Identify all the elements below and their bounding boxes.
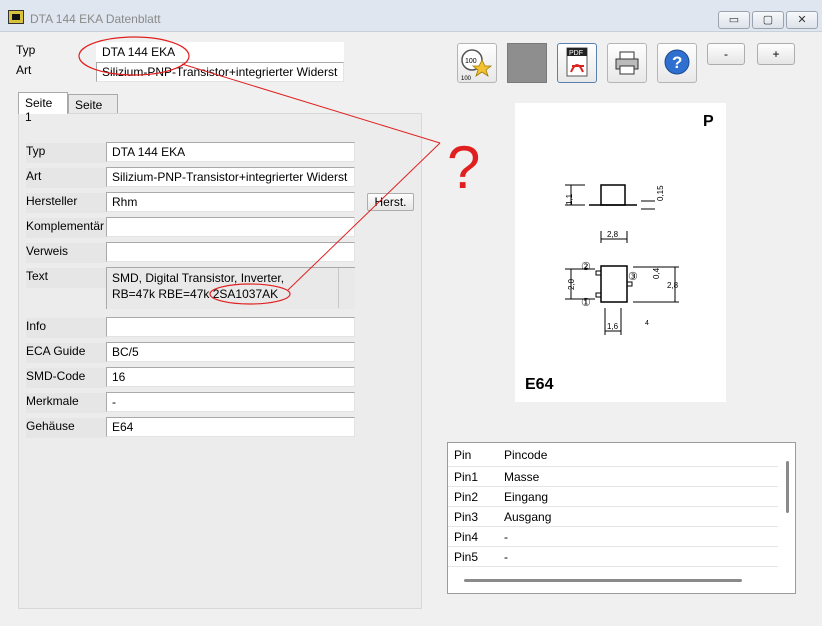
polarity-label: P — [703, 113, 714, 130]
table-row[interactable]: Pin1 Masse — [448, 467, 778, 487]
text-line-2: RB=47k RBE=47k 2SA1037AK — [112, 287, 278, 301]
question-mark: ? — [447, 134, 480, 201]
pin-header: Pin — [454, 448, 472, 462]
svg-text:?: ? — [672, 53, 682, 72]
pin-cell: Pin3 — [454, 510, 479, 524]
color-swatch-button[interactable] — [507, 43, 547, 83]
komplementaer-label: Komplementär — [26, 218, 106, 238]
eca-guide-label: ECA Guide — [26, 343, 106, 363]
dim-height-left: 1,1 — [565, 193, 574, 205]
dim-lead: 0,15 — [656, 185, 665, 201]
verweis-label: Verweis — [26, 243, 106, 263]
table-row[interactable]: Pin5 - — [448, 547, 778, 567]
header-art-label: Art — [16, 63, 32, 77]
minimize-button[interactable]: ▭ — [718, 11, 750, 29]
pdf-button[interactable]: PDF — [557, 43, 597, 83]
pincode-header: Pincode — [504, 448, 548, 462]
close-button[interactable]: ✕ — [786, 11, 818, 29]
merkmale-field[interactable]: - — [106, 392, 355, 412]
dim-top-width: 2,8 — [607, 230, 619, 239]
pincode-cell: Ausgang — [504, 510, 552, 524]
package-diagram: P 1,1 0,15 2,8 ② ① ③ 2,0 2,8 0,4 1,6 4 E… — [515, 103, 726, 402]
svg-text:100: 100 — [465, 58, 477, 65]
help-button[interactable]: ? — [657, 43, 697, 83]
pin-label-2: ② — [581, 261, 591, 273]
hersteller-field[interactable]: Rhm — [106, 192, 355, 212]
header-art-field[interactable]: Silizium-PNP-Transistor+integrierter Wid… — [96, 62, 344, 82]
eca-database-icon: 100 100 — [461, 49, 493, 82]
gehaeuse-label: Gehäuse — [26, 418, 106, 438]
dim-side-right: 2,8 — [667, 281, 679, 290]
pin-cell: Pin5 — [454, 550, 479, 564]
package-drawing: P 1,1 0,15 2,8 ② ① ③ 2,0 2,8 0,4 1,6 4 E… — [525, 113, 714, 393]
text-area[interactable]: SMD, Digital Transistor, Inverter, RB=47… — [106, 267, 355, 309]
pincode-cell: - — [504, 550, 508, 564]
help-icon: ? — [664, 49, 690, 75]
text-label: Text — [26, 268, 106, 288]
pincode-cell: Eingang — [504, 490, 549, 504]
printer-icon — [615, 51, 639, 75]
text-line-1: SMD, Digital Transistor, Inverter, — [112, 271, 285, 285]
zoom-out-button[interactable]: - — [707, 43, 745, 65]
dim-bottom: 1,6 — [607, 322, 619, 331]
komplementaer-field[interactable] — [106, 217, 355, 237]
app-icon — [8, 10, 24, 24]
text-line-2-prefix: RB=47k RBE=47k — [112, 287, 213, 301]
art-label: Art — [26, 168, 106, 188]
dim-lead-width: 0,4 — [652, 267, 661, 279]
hersteller-label: Hersteller — [26, 193, 106, 213]
window-title: DTA 144 EKA Datenblatt — [30, 12, 161, 26]
header-typ-field[interactable]: DTA 144 EKA — [96, 42, 344, 62]
info-field[interactable] — [106, 317, 355, 337]
header-typ-label: Typ — [16, 43, 36, 57]
merkmale-label: Merkmale — [26, 393, 106, 413]
pin-cell: Pin2 — [454, 490, 479, 504]
gehaeuse-field[interactable]: E64 — [106, 417, 355, 437]
art-field[interactable]: Silizium-PNP-Transistor+integrierter Wid… — [106, 167, 355, 187]
print-button[interactable] — [607, 43, 647, 83]
tab-seite-2[interactable]: Seite 2 — [68, 94, 118, 126]
pin-table-header: Pin Pincode — [448, 443, 778, 467]
package-name: E64 — [525, 376, 554, 393]
vertical-scrollbar[interactable] — [786, 461, 789, 513]
text-line-2-highlight: 2SA1037AK — [212, 287, 279, 301]
pin-label-3: ③ — [628, 271, 638, 283]
pin-cell: Pin4 — [454, 530, 479, 544]
pincode-cell: Masse — [504, 470, 540, 484]
typ-label: Typ — [26, 143, 106, 163]
pdf-icon: PDF — [566, 47, 588, 77]
table-row[interactable]: Pin2 Eingang — [448, 487, 778, 507]
hersteller-button[interactable]: Herst. — [367, 193, 414, 211]
eca-guide-field[interactable]: BC/5 — [106, 342, 355, 362]
tab-seite-1[interactable]: Seite 1 — [18, 92, 68, 124]
svg-text:100: 100 — [461, 76, 472, 82]
horizontal-scrollbar[interactable] — [464, 579, 742, 582]
diagram-note: 4 — [645, 320, 649, 327]
typ-field[interactable]: DTA 144 EKA — [106, 142, 355, 162]
info-label: Info — [26, 318, 106, 338]
maximize-button[interactable]: ▢ — [752, 11, 784, 29]
eca-search-button[interactable]: 100 100 — [457, 43, 497, 83]
smd-code-field[interactable]: 16 — [106, 367, 355, 387]
dim-side-left: 2,0 — [567, 278, 576, 290]
text-area-scrollbar[interactable] — [338, 268, 339, 308]
pin-cell: Pin1 — [454, 470, 479, 484]
verweis-field[interactable] — [106, 242, 355, 262]
svg-text:PDF: PDF — [569, 50, 583, 57]
zoom-in-button[interactable]: + — [757, 43, 795, 65]
smd-code-label: SMD-Code — [26, 368, 106, 388]
table-row[interactable]: Pin3 Ausgang — [448, 507, 778, 527]
table-row[interactable]: Pin4 - — [448, 527, 778, 547]
pincode-cell: - — [504, 530, 508, 544]
pin-table: Pin Pincode Pin1 Masse Pin2 Eingang Pin3… — [447, 442, 796, 594]
